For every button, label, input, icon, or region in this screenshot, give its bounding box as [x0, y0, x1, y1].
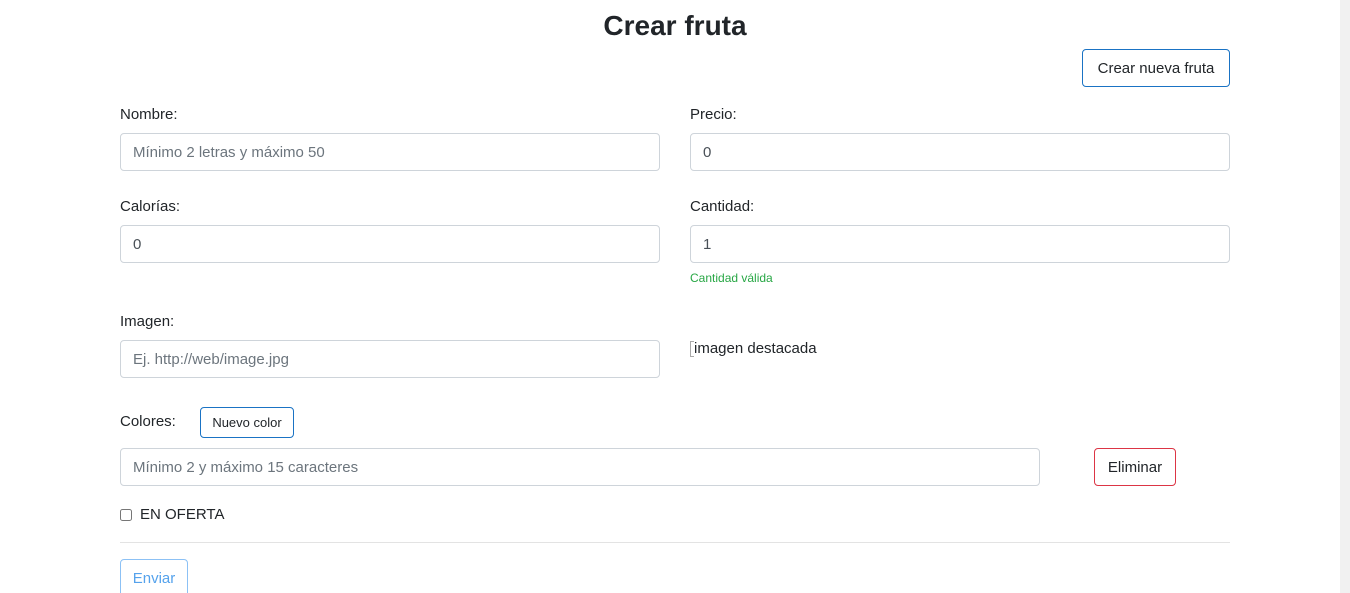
color-input[interactable]: [120, 448, 1040, 486]
cantidad-valid-feedback: Cantidad válida: [690, 271, 773, 285]
offer-checkbox-group: EN OFERTA: [120, 505, 224, 525]
page-title: Crear fruta: [603, 10, 747, 41]
imagen-input[interactable]: [120, 340, 660, 378]
create-new-fruit-button[interactable]: Crear nueva fruta: [1082, 49, 1230, 87]
offer-checkbox[interactable]: [120, 509, 132, 521]
new-color-button[interactable]: Nuevo color: [200, 407, 294, 438]
colores-label: Colores:: [120, 413, 176, 430]
featured-image-preview: imagen destacada: [690, 339, 817, 359]
imagen-label: Imagen:: [120, 313, 175, 330]
precio-input[interactable]: [690, 133, 1230, 171]
page: Crear fruta Crear nueva fruta Nombre: Pr…: [0, 0, 1350, 593]
vertical-scrollbar[interactable]: [1340, 0, 1350, 593]
cantidad-label: Cantidad:: [690, 198, 755, 215]
submit-button[interactable]: Enviar: [120, 559, 188, 593]
precio-label: Precio:: [690, 106, 737, 123]
cantidad-input[interactable]: [690, 225, 1230, 263]
featured-image-alt-text: imagen destacada: [694, 340, 817, 357]
calorias-input[interactable]: [120, 225, 660, 263]
offer-label: EN OFERTA: [140, 506, 225, 523]
nombre-label: Nombre:: [120, 106, 178, 123]
form-divider: [120, 542, 1230, 543]
delete-color-button[interactable]: Eliminar: [1094, 448, 1176, 486]
calorias-label: Calorías:: [120, 198, 181, 215]
nombre-input[interactable]: [120, 133, 660, 171]
